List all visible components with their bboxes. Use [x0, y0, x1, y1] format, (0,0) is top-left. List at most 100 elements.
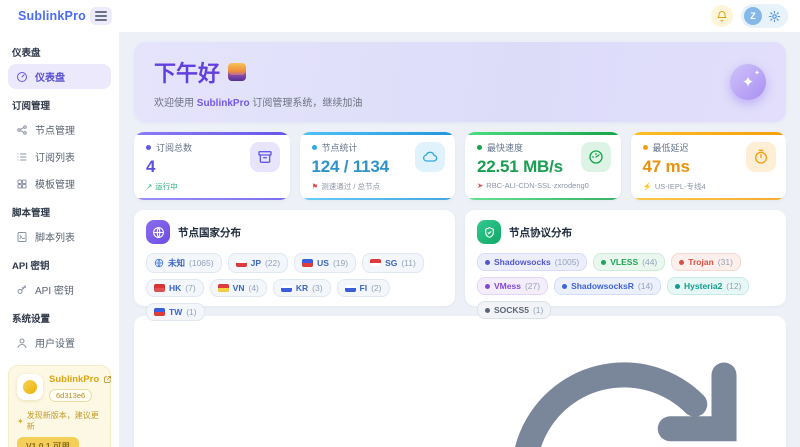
sidebar-item-template[interactable]: 模板管理	[8, 171, 111, 196]
stat-accent-line	[630, 198, 786, 200]
protocol-count: (31)	[717, 257, 733, 267]
globe-small-icon	[154, 258, 164, 268]
flag-icon	[280, 284, 292, 292]
timer-icon	[746, 142, 776, 172]
flag-icon	[154, 284, 165, 292]
list-icon	[16, 151, 28, 163]
sidebar-item-label: 订阅列表	[35, 153, 75, 164]
country-tag: FI (2)	[336, 279, 390, 297]
protocol-dot	[485, 259, 490, 265]
sparkle-small-icon: ✦	[754, 70, 760, 77]
stat-dot	[311, 145, 317, 150]
sidebar-item-label: API 密钥	[35, 286, 74, 297]
sidebar-item-label: 用户设置	[35, 339, 75, 350]
notifications-button[interactable]	[711, 5, 733, 27]
stat-accent-line	[630, 132, 786, 135]
country-count: (19)	[332, 258, 349, 268]
protocol-count: (14)	[637, 281, 654, 291]
protocol-dot	[485, 283, 490, 289]
flag-icon	[370, 259, 382, 267]
sidebar-item-dashboard[interactable]: 仪表盘	[8, 64, 111, 89]
protocol-tag: Shadowsocks (1005)	[477, 253, 588, 271]
protocol-tags: Shadowsocks (1005) VLESS (44) Trojan (31) VMes…	[477, 253, 774, 319]
stat-card-gauge: 最快速度 22.51 MB/s ➤ RBC-ALI-CDN-SSL-zxrodeng0	[465, 132, 621, 200]
template-icon	[16, 178, 28, 190]
flag-icon	[235, 259, 247, 267]
country-tag: JP (22)	[227, 253, 289, 273]
country-code: JP	[250, 258, 261, 268]
brand-name: SublinkPro	[196, 97, 250, 109]
stat-subtext: ↗ 运行中	[146, 182, 178, 191]
protocol-name: Hysteria2	[684, 281, 723, 291]
archive-icon	[249, 142, 280, 172]
country-count: (3)	[312, 283, 323, 293]
protocol-name: VMess	[494, 281, 521, 291]
country-tag: VN (4)	[209, 279, 267, 297]
stat-label: 节点统计	[321, 143, 358, 153]
stat-card-cloud: 节点统计 124 / 1134 ⚑ 测速通过 / 总节点	[299, 132, 455, 200]
user-menu[interactable]: Z	[741, 4, 788, 28]
protocol-count: (1)	[532, 305, 544, 315]
user-settings-icon	[16, 337, 28, 349]
shield-icon	[477, 220, 501, 244]
country-code: US	[317, 258, 329, 268]
stat-marker-icon: ⚡	[642, 182, 652, 191]
protocol-tag: Hysteria2 (12)	[667, 277, 750, 295]
script-icon	[16, 231, 28, 243]
protocol-dot	[675, 283, 681, 289]
protocol-name: VLESS	[610, 257, 639, 267]
country-count: (1065)	[189, 258, 214, 268]
country-count: (7)	[185, 283, 196, 293]
country-tag: US (19)	[294, 253, 357, 273]
stat-marker-icon: ⚑	[311, 182, 319, 191]
globe-icon	[146, 220, 170, 244]
flag-icon	[302, 259, 314, 267]
version-available-button[interactable]: V1.0.1 可用	[17, 437, 79, 447]
protocol-dot	[679, 259, 685, 265]
app-logo: SublinkPro	[18, 9, 86, 23]
country-code: TW	[169, 307, 183, 317]
country-count: (22)	[265, 258, 281, 268]
sidebar-item-script[interactable]: 脚本列表	[8, 224, 111, 249]
distribution-row: 节点国家分布 未知 (1065) JP (22) US (19) SG (11) HK (7) VN…	[134, 210, 786, 321]
country-code: VN	[232, 283, 245, 293]
protocol-distribution-title: 节点协议分布	[509, 226, 572, 239]
protocol-tag: VLESS (44)	[593, 253, 666, 271]
country-code: SG	[385, 258, 398, 268]
version-card-title: SublinkPro	[49, 374, 100, 385]
stat-label: 最快速度	[487, 143, 524, 153]
stat-subtext: ⚑ 测速通过 / 总节点	[311, 182, 381, 191]
stat-accent-line	[299, 132, 455, 135]
gauge-icon	[580, 142, 611, 172]
sidebar-item-user-settings[interactable]: 用户设置	[8, 330, 111, 355]
stat-label: 订阅总数	[156, 143, 193, 153]
flag-icon	[217, 284, 229, 292]
avatar[interactable]: Z	[744, 7, 762, 25]
ai-sparkle-button[interactable]: ✦ ✦	[730, 64, 766, 100]
stats-row: 订阅总数 4 ↗ 运行中 节点统计 124 / 1134 ⚑ 测速通过 / 总节点 最快速度 22…	[134, 132, 786, 200]
sidebar-item-list[interactable]: 订阅列表	[8, 144, 111, 169]
stat-card-archive: 订阅总数 4 ↗ 运行中	[134, 132, 290, 200]
sidebar-toggle-button[interactable]	[90, 7, 112, 25]
refresh-button[interactable]	[474, 325, 774, 447]
sidebar-item-key[interactable]: API 密钥	[8, 277, 111, 302]
stat-marker-icon: ↗	[146, 182, 153, 191]
country-tag: 未知 (1065)	[146, 253, 222, 273]
sidebar-section-heading: 订阅管理	[12, 101, 51, 112]
stat-accent-line	[134, 198, 290, 200]
protocol-name: SOCKS5	[494, 305, 529, 315]
sidebar-nav: 仪表盘 仪表盘 订阅管理 节点管理 订阅列表 模板管理 脚本管理 脚本列表 API 密钥 API …	[8, 45, 111, 355]
gear-icon[interactable]	[768, 10, 781, 23]
external-link-icon[interactable]	[103, 375, 112, 384]
sidebar: 仪表盘 仪表盘 订阅管理 节点管理 订阅列表 模板管理 脚本管理 脚本列表 API 密钥 API …	[0, 32, 120, 447]
stat-subtext: ➤ RBC-ALI-CDN-SSL-zxrodeng0	[477, 181, 589, 190]
sidebar-section-heading: 脚本管理	[12, 208, 51, 219]
version-card-logo	[17, 374, 43, 400]
sidebar-item-label: 模板管理	[35, 180, 75, 191]
country-distribution-title: 节点国家分布	[178, 226, 241, 239]
stat-accent-line	[134, 132, 290, 135]
sidebar-item-label: 脚本列表	[35, 233, 75, 244]
sidebar-item-label: 节点管理	[35, 126, 75, 137]
sidebar-item-nodes[interactable]: 节点管理	[8, 117, 111, 142]
update-message: ✦ 发现新版本，建议更新	[17, 411, 99, 431]
